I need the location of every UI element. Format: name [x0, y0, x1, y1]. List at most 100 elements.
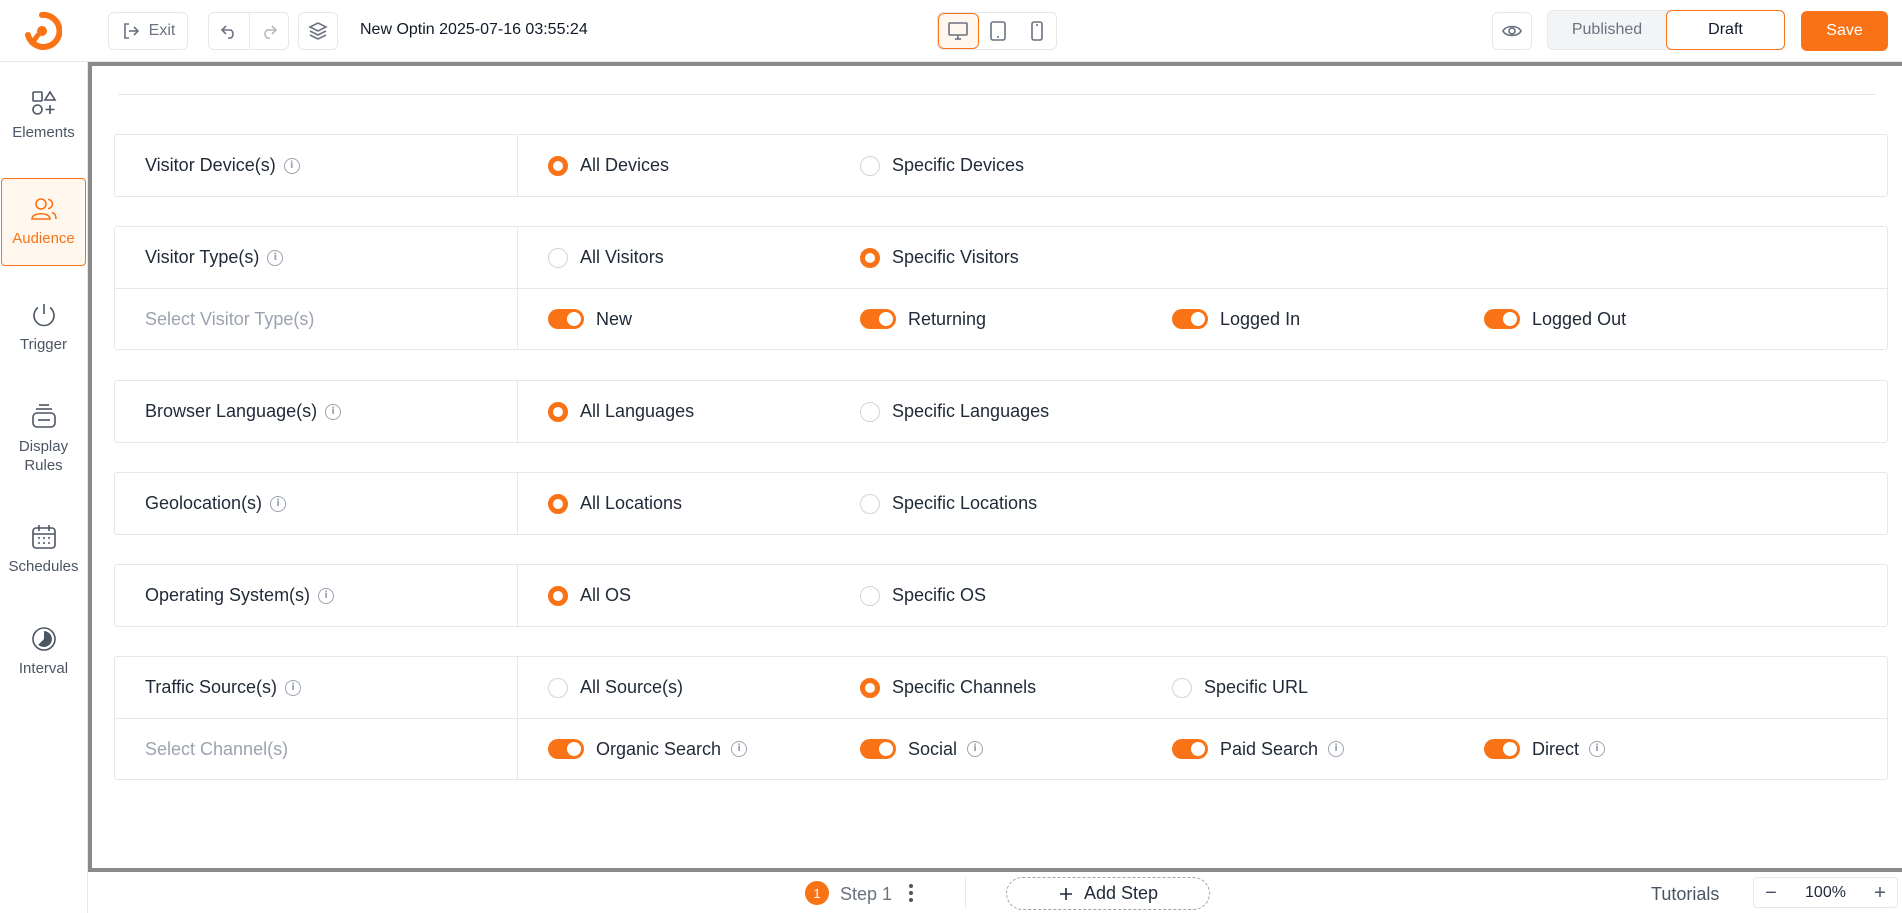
sidebar-item-label: Interval: [18, 660, 69, 678]
sidebar-item-display-rules[interactable]: Display Rules: [1, 390, 86, 488]
info-icon[interactable]: i: [1589, 741, 1606, 757]
desktop-view-button[interactable]: [938, 13, 979, 49]
geolocation-options: All Locations Specific Locations: [518, 473, 1887, 534]
social-toggle[interactable]: Social i: [860, 719, 984, 779]
info-icon[interactable]: i: [270, 495, 287, 512]
bottom-bar: 1 Step 1 Add Step Tutorials − 100% +: [88, 872, 1902, 913]
all-locations-radio[interactable]: All Locations: [548, 473, 682, 534]
browser-language-row: Browser Language(s) i All Languages Spec…: [115, 381, 1887, 442]
undo-icon: [220, 25, 234, 39]
specific-url-radio[interactable]: Specific URL: [1172, 657, 1308, 718]
toggle-on-icon: [860, 309, 896, 329]
history-group: [208, 12, 289, 50]
sidebar-item-label: Display Rules: [18, 437, 69, 475]
all-os-radio[interactable]: All OS: [548, 565, 631, 626]
specific-channels-radio[interactable]: Specific Channels: [860, 657, 1036, 718]
logged-out-toggle[interactable]: Logged Out: [1484, 289, 1626, 349]
step-tab[interactable]: Step 1: [840, 884, 892, 905]
tablet-view-button[interactable]: [979, 13, 1018, 49]
sidebar-item-label: Schedules: [8, 558, 79, 576]
publish-status-toggle: Published Draft: [1547, 10, 1785, 50]
all-languages-radio[interactable]: All Languages: [548, 381, 694, 442]
operating-system-label: Operating System(s) i: [115, 565, 518, 626]
visitor-type-card: Visitor Type(s) i All Visitors Specific …: [114, 226, 1888, 350]
all-sources-radio[interactable]: All Source(s): [548, 657, 683, 718]
new-visitor-toggle[interactable]: New: [548, 289, 632, 349]
add-step-button[interactable]: Add Step: [1006, 877, 1210, 910]
zoom-out-button[interactable]: −: [1762, 883, 1780, 903]
select-visitor-type-label: Select Visitor Type(s): [115, 289, 518, 349]
sidebar-item-interval[interactable]: Interval: [1, 608, 86, 696]
all-devices-radio[interactable]: All Devices: [548, 135, 669, 196]
app-logo[interactable]: [20, 11, 64, 51]
direct-toggle[interactable]: Direct i: [1484, 719, 1606, 779]
sidebar-item-label: Trigger: [20, 336, 67, 354]
specific-locations-radio[interactable]: Specific Locations: [860, 473, 1037, 534]
mobile-view-button[interactable]: [1017, 13, 1056, 49]
visitor-device-options: All Devices Specific Devices: [518, 135, 1887, 196]
optin-editor: Exit New Optin 2025-07-16 03:55:24 Publi…: [0, 0, 1902, 913]
preview-button[interactable]: [1492, 12, 1532, 50]
info-icon[interactable]: i: [318, 587, 335, 604]
toggle-on-icon: [1484, 309, 1520, 329]
exit-label: Exit: [148, 22, 176, 39]
exit-button[interactable]: Exit: [108, 12, 188, 50]
select-channel-label: Select Channel(s): [115, 719, 518, 779]
all-visitors-radio[interactable]: All Visitors: [548, 227, 664, 288]
save-button[interactable]: Save: [1801, 11, 1888, 51]
redo-icon: [264, 25, 277, 39]
sidebar-item-trigger[interactable]: Trigger: [1, 284, 86, 372]
browser-language-options: All Languages Specific Languages: [518, 381, 1887, 442]
info-icon[interactable]: i: [1328, 741, 1345, 757]
undo-button[interactable]: [209, 13, 249, 49]
zoom-level: 100%: [1805, 883, 1846, 901]
paid-search-toggle[interactable]: Paid Search i: [1172, 719, 1345, 779]
traffic-source-card: Traffic Source(s) i All Source(s) Specif…: [114, 656, 1888, 780]
organic-search-toggle[interactable]: Organic Search i: [548, 719, 748, 779]
specific-languages-radio[interactable]: Specific Languages: [860, 381, 1049, 442]
info-icon[interactable]: i: [325, 403, 342, 420]
step-menu-icon[interactable]: [905, 880, 917, 906]
exit-icon: [123, 23, 139, 39]
info-icon[interactable]: i: [283, 157, 300, 174]
select-visitor-type-row: Select Visitor Type(s) New Returning Log…: [115, 288, 1887, 349]
section-divider: [118, 94, 1876, 95]
radio-unselected-icon: [860, 155, 880, 176]
zoom-in-button[interactable]: +: [1871, 883, 1889, 903]
step-number-badge: 1: [805, 881, 829, 905]
info-icon[interactable]: i: [731, 741, 748, 757]
operating-system-options: All OS Specific OS: [518, 565, 1887, 626]
document-title[interactable]: New Optin 2025-07-16 03:55:24: [360, 21, 588, 39]
operating-system-card: Operating System(s) i All OS Specific OS: [114, 564, 1888, 627]
radio-selected-icon: [548, 155, 568, 176]
display-rules-icon: [31, 403, 56, 428]
visitor-device-label: Visitor Device(s) i: [115, 135, 518, 196]
visitor-type-row: Visitor Type(s) i All Visitors Specific …: [115, 227, 1887, 288]
info-icon[interactable]: i: [285, 679, 302, 696]
plus-icon: [1059, 887, 1072, 900]
info-icon[interactable]: i: [267, 249, 284, 266]
redo-button[interactable]: [248, 13, 289, 49]
specific-devices-radio[interactable]: Specific Devices: [860, 135, 1024, 196]
radio-selected-icon: [548, 401, 568, 422]
visitor-type-label: Visitor Type(s) i: [115, 227, 518, 288]
audience-icon: [30, 198, 57, 221]
tutorials-link[interactable]: Tutorials: [1651, 884, 1719, 905]
returning-visitor-toggle[interactable]: Returning: [860, 289, 986, 349]
sidebar-item-audience[interactable]: Audience: [1, 178, 86, 266]
radio-unselected-icon: [860, 585, 880, 606]
desktop-icon: [948, 22, 969, 40]
radio-selected-icon: [860, 247, 880, 268]
toggle-on-icon: [548, 309, 584, 329]
info-icon[interactable]: i: [967, 741, 984, 757]
sidebar-item-schedules[interactable]: Schedules: [1, 506, 86, 594]
published-option[interactable]: Published: [1548, 21, 1666, 39]
specific-visitors-radio[interactable]: Specific Visitors: [860, 227, 1019, 288]
logged-in-toggle[interactable]: Logged In: [1172, 289, 1300, 349]
specific-os-radio[interactable]: Specific OS: [860, 565, 986, 626]
visitor-device-card: Visitor Device(s) i All Devices Specific…: [114, 134, 1888, 197]
layers-button[interactable]: [298, 12, 338, 50]
radio-unselected-icon: [548, 247, 568, 268]
sidebar-item-elements[interactable]: Elements: [1, 72, 86, 160]
draft-option[interactable]: Draft: [1666, 10, 1785, 50]
